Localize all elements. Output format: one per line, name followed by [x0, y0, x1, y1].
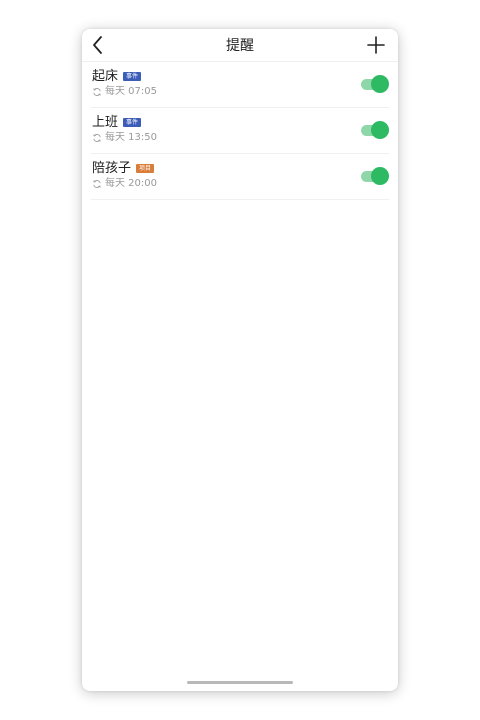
reminder-badge: 事件 [123, 118, 142, 127]
reminder-schedule: 每天 07:05 [105, 86, 157, 97]
home-indicator [187, 681, 293, 684]
repeat-icon [93, 88, 101, 96]
repeat-icon [93, 134, 101, 142]
reminder-toggle[interactable] [361, 167, 389, 185]
reminder-toggle[interactable] [361, 75, 389, 93]
add-reminder-button[interactable] [364, 33, 388, 57]
plus-icon [367, 36, 385, 54]
page-title: 提醒 [226, 38, 254, 54]
repeat-icon [93, 180, 101, 188]
reminder-schedule: 每天 13:50 [105, 132, 157, 143]
reminder-toggle[interactable] [361, 121, 389, 139]
reminder-badge: 事件 [123, 72, 142, 81]
reminder-title: 起床 [92, 69, 119, 84]
nav-bar: 提醒 [82, 29, 398, 61]
reminder-title: 陪孩子 [92, 161, 132, 176]
reminder-item[interactable]: 上班 事件 每天 13:50 [91, 108, 389, 154]
reminder-schedule: 每天 20:00 [105, 178, 157, 189]
reminder-item[interactable]: 陪孩子 项目 每天 20:00 [91, 154, 389, 200]
toggle-knob [371, 167, 389, 185]
phone-screen: 提醒 起床 事件 每天 07:05 上班 事件 每天 13:50 陪孩子 项目 … [82, 29, 398, 691]
reminder-badge: 项目 [136, 164, 155, 173]
reminder-title: 上班 [92, 115, 119, 130]
reminder-item[interactable]: 起床 事件 每天 07:05 [91, 62, 389, 108]
toggle-knob [371, 75, 389, 93]
toggle-knob [371, 121, 389, 139]
reminder-list: 起床 事件 每天 07:05 上班 事件 每天 13:50 陪孩子 项目 每天 … [82, 62, 398, 200]
